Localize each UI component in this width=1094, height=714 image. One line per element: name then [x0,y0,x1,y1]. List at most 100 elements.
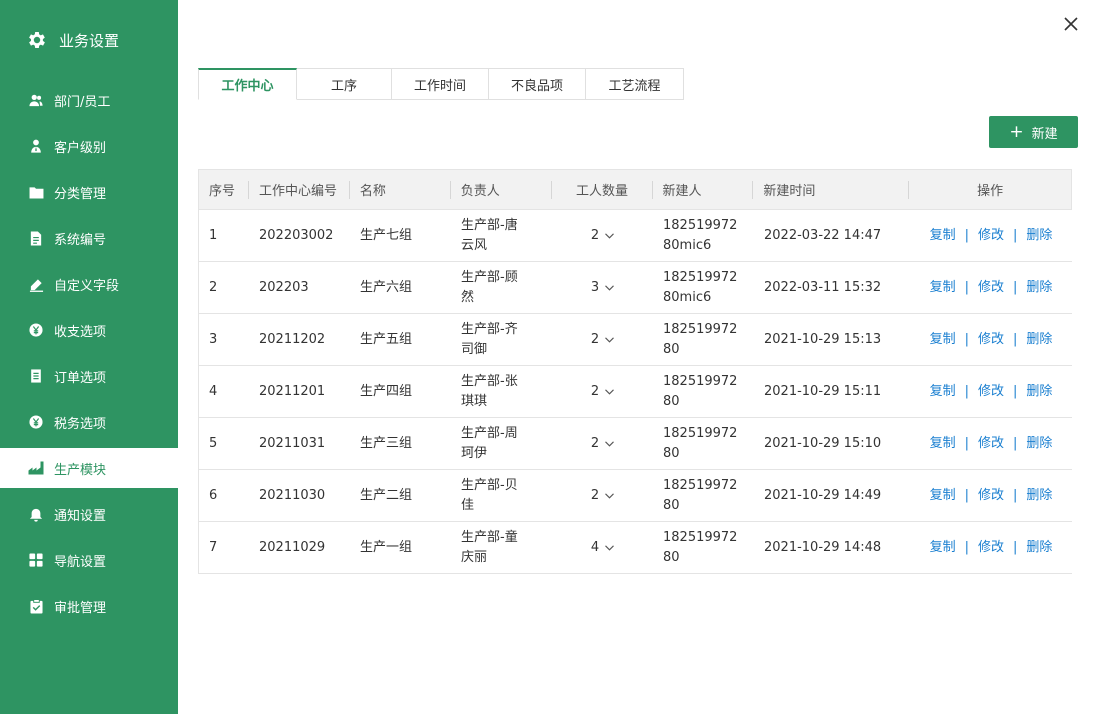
sidebar-item-custom-field[interactable]: 自定义字段 [0,264,178,304]
sidebar-item-tax-options[interactable]: 税务选项 [0,402,178,442]
cell-no: 1 [209,227,218,243]
cell-name: 生产七组 [360,227,413,243]
edit-link[interactable]: 修改 [978,330,1004,350]
edit-link[interactable]: 修改 [978,486,1004,506]
sidebar-item-customer-level[interactable]: 客户级别 [0,126,178,166]
table-row: 3 20211202 生产五组 生产部-齐司御 2 18251997280 2021-10-… [199,314,1072,366]
cell-worker-count: 3 [552,262,653,313]
tab-work-center[interactable]: 工作中心 [198,68,297,100]
tab-defect-items[interactable]: 不良品项 [489,68,586,100]
cell-manager: 生产部-顾然 [461,269,518,305]
cell-created-time: 2022-03-11 15:32 [764,279,882,295]
sidebar-item-label: 收支选项 [54,324,107,340]
sidebar-item-navigation-settings[interactable]: 导航设置 [0,540,178,580]
chevron-down-icon [605,486,615,506]
sidebar-item-approval-mgmt[interactable]: 审批管理 [0,586,178,626]
worker-count-dropdown[interactable]: 2 [590,486,615,506]
cell-actions: 复制 | 修改 | 删除 [910,210,1072,261]
sidebar-item-income-expense[interactable]: 收支选项 [0,310,178,350]
bell-icon [28,506,44,522]
worker-count-value: 2 [590,331,600,347]
cell-creator: 18251997280 [663,425,738,461]
chevron-down-icon [605,434,615,454]
cell-manager: 生产部-唐云风 [461,217,518,253]
edit-link[interactable]: 修改 [978,382,1004,402]
cell-no: 4 [209,383,218,399]
worker-count-value: 2 [590,435,600,451]
sidebar-item-label: 分类管理 [54,186,107,202]
tab-process[interactable]: 工序 [297,68,392,100]
delete-link[interactable]: 删除 [1026,434,1052,454]
delete-link[interactable]: 删除 [1026,382,1052,402]
cell-actions: 复制 | 修改 | 删除 [910,314,1072,365]
tab-process-flow[interactable]: 工艺流程 [586,68,684,100]
action-separator: | [1013,487,1018,503]
cell-worker-count: 2 [552,418,653,469]
delete-link[interactable]: 删除 [1026,538,1052,558]
cell-actions: 复制 | 修改 | 删除 [910,366,1072,417]
sidebar-item-order-options[interactable]: 订单选项 [0,356,178,396]
copy-link[interactable]: 复制 [930,226,956,246]
edit-link[interactable]: 修改 [978,538,1004,558]
gear-icon [29,32,45,48]
tab-bar: 工作中心 工序 工作时间 不良品项 工艺流程 [198,68,684,100]
delete-link[interactable]: 删除 [1026,278,1052,298]
customer-icon [28,138,44,154]
sidebar-item-label: 自定义字段 [54,278,120,294]
cell-name: 生产四组 [360,383,413,399]
delete-link[interactable]: 删除 [1026,330,1052,350]
copy-link[interactable]: 复制 [930,486,956,506]
cell-code: 20211031 [259,435,326,451]
copy-link[interactable]: 复制 [930,538,956,558]
table-header: 序号 工作中心编号 名称 负责人 工人数量 新建人 新建时间 操作 [199,169,1072,210]
sidebar-item-label: 客户级别 [54,140,107,156]
table-row: 5 20211031 生产三组 生产部-周珂伊 2 18251997280 2021-10-… [199,418,1072,470]
copy-link[interactable]: 复制 [930,382,956,402]
close-icon[interactable] [1062,15,1080,33]
cell-code: 20211202 [259,331,326,347]
edit-link[interactable]: 修改 [978,434,1004,454]
sidebar-item-label: 订单选项 [54,370,107,386]
cell-name: 生产五组 [360,331,413,347]
delete-link[interactable]: 删除 [1026,226,1052,246]
cell-creator: 18251997280mic6 [663,217,738,253]
sidebar-title: 业务设置 [26,26,119,54]
delete-link[interactable]: 删除 [1026,486,1052,506]
cell-created-time: 2022-03-22 14:47 [764,227,882,243]
copy-link[interactable]: 复制 [930,330,956,350]
worker-count-dropdown[interactable]: 2 [590,434,615,454]
edit-link[interactable]: 修改 [978,278,1004,298]
header-worker-count: 工人数量 [552,170,653,209]
tax-icon [28,414,44,430]
copy-link[interactable]: 复制 [930,278,956,298]
sidebar-item-label: 税务选项 [54,416,107,432]
action-separator: | [964,539,969,555]
worker-count-dropdown[interactable]: 2 [590,330,615,350]
header-code: 工作中心编号 [249,170,350,209]
sidebar-item-production-module[interactable]: 生产模块 [0,448,178,488]
cell-created-time: 2021-10-29 14:49 [764,487,882,503]
cell-name: 生产三组 [360,435,413,451]
sidebar-item-dept-staff[interactable]: 部门/员工 [0,80,178,120]
chevron-down-icon [605,226,615,246]
chevron-down-icon [605,538,615,558]
sidebar-item-category-mgmt[interactable]: 分类管理 [0,172,178,212]
worker-count-dropdown[interactable]: 3 [591,278,615,298]
sidebar-item-system-number[interactable]: 系统编号 [0,218,178,258]
cell-manager: 生产部-童庆丽 [461,529,518,565]
cell-creator: 18251997280mic6 [663,269,738,305]
sidebar-item-notification-settings[interactable]: 通知设置 [0,494,178,534]
tab-work-time[interactable]: 工作时间 [392,68,489,100]
copy-link[interactable]: 复制 [930,434,956,454]
cell-name: 生产六组 [360,279,413,295]
new-button[interactable]: + 新建 [989,116,1078,148]
worker-count-value: 2 [590,487,600,503]
worker-count-dropdown[interactable]: 2 [591,382,615,402]
worker-count-dropdown[interactable]: 4 [591,538,615,558]
edit-link[interactable]: 修改 [978,226,1004,246]
sidebar-item-label: 导航设置 [54,554,107,570]
cell-name: 生产一组 [360,539,413,555]
cell-worker-count: 2 [552,366,653,417]
worker-count-dropdown[interactable]: 2 [591,226,615,246]
users-icon [28,92,44,108]
